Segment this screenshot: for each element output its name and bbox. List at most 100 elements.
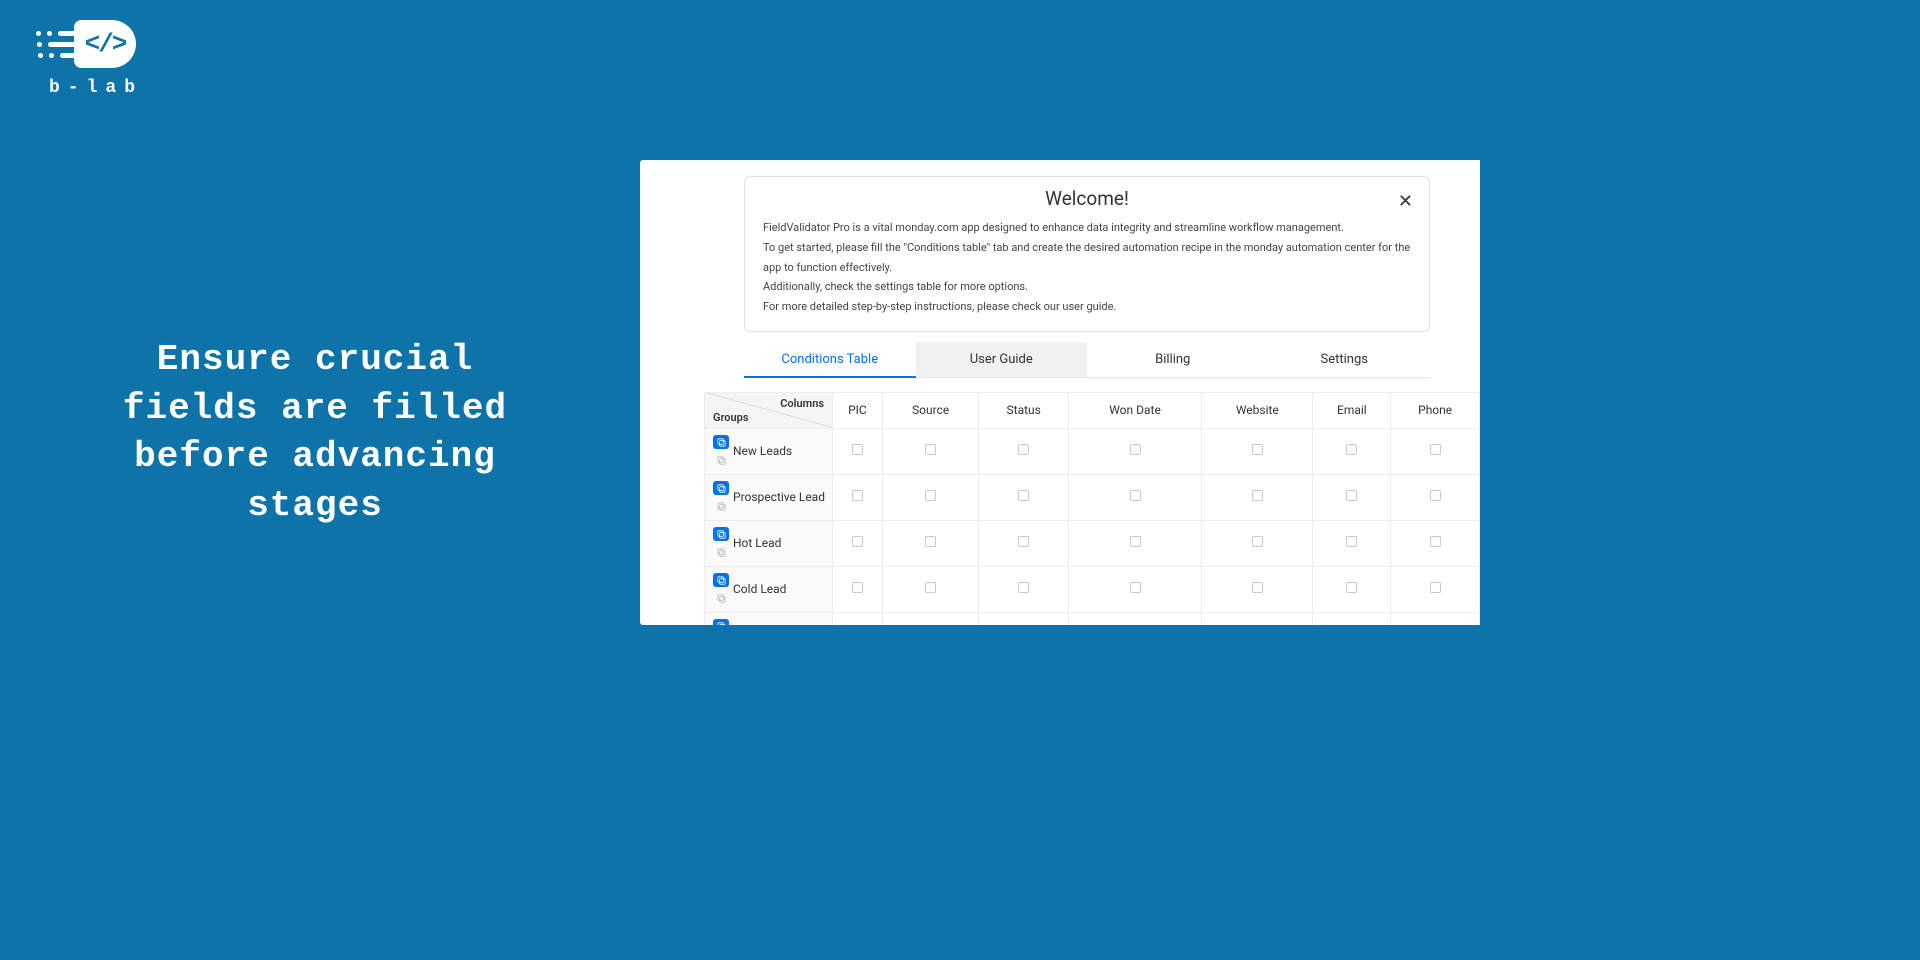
condition-cell [833,566,883,612]
table-row: Hot Lead [705,520,1480,566]
welcome-panel: Welcome! ✕ FieldValidator Pro is a vital… [744,176,1430,332]
condition-cell [1202,474,1313,520]
column-header: PIC [833,392,883,428]
column-header: Email [1313,392,1391,428]
welcome-line: To get started, please fill the "Conditi… [763,238,1411,278]
condition-cell [1391,612,1480,625]
condition-checkbox[interactable] [1018,582,1029,593]
condition-checkbox[interactable] [1130,536,1141,547]
row-header: New Leads [705,428,833,474]
condition-checkbox[interactable] [1346,444,1357,455]
condition-cell [882,612,979,625]
condition-cell [1391,566,1480,612]
logo-trail [36,31,78,58]
copy-row-icon[interactable] [713,619,729,625]
copy-row-icon[interactable] [713,481,729,495]
condition-cell [1313,612,1391,625]
column-header: Won Date [1068,392,1201,428]
code-glyph: </> [85,29,126,59]
copy-row-icon-alt[interactable] [713,591,729,605]
condition-checkbox[interactable] [1018,490,1029,501]
condition-checkbox[interactable] [1252,582,1263,593]
tab-label: User Guide [970,352,1033,367]
condition-checkbox[interactable] [1430,536,1441,547]
condition-checkbox[interactable] [1130,490,1141,501]
welcome-title: Welcome! [763,187,1411,210]
condition-cell [1313,474,1391,520]
tab-settings[interactable]: Settings [1259,342,1431,377]
row-label: Cold Lead [733,582,786,596]
copy-row-icon-alt[interactable] [713,545,729,559]
tab-conditions-table[interactable]: Conditions Table [744,342,916,377]
column-header: Source [882,392,979,428]
condition-cell [833,520,883,566]
row-label: New Leads [733,444,792,458]
table-row: Won [705,612,1480,625]
welcome-line: Additionally, check the settings table f… [763,277,1411,297]
condition-checkbox[interactable] [1018,444,1029,455]
copy-row-icon-alt[interactable] [713,499,729,513]
condition-checkbox[interactable] [1430,582,1441,593]
condition-cell [979,520,1068,566]
condition-cell [882,474,979,520]
condition-checkbox[interactable] [852,582,863,593]
condition-checkbox[interactable] [1252,490,1263,501]
condition-checkbox[interactable] [852,536,863,547]
condition-cell [1202,428,1313,474]
condition-cell [1068,428,1201,474]
condition-checkbox[interactable] [1430,444,1441,455]
headline: Ensure crucial fields are filled before … [100,336,530,530]
column-header: Status [979,392,1068,428]
brand-logo: </> b-lab [36,18,156,98]
corner-columns-label: Columns [780,397,824,410]
condition-checkbox[interactable] [1018,536,1029,547]
brand-name: b-lab [49,78,143,98]
corner-groups-label: Groups [713,411,749,424]
copy-row-icon[interactable] [713,435,729,449]
condition-cell [979,612,1068,625]
logo-capsule: </> [74,20,136,68]
condition-checkbox[interactable] [852,444,863,455]
condition-cell [833,474,883,520]
condition-checkbox[interactable] [925,490,936,501]
copy-row-icon-alt[interactable] [713,453,729,467]
condition-cell [1313,520,1391,566]
condition-cell [833,612,883,625]
table-row: New Leads [705,428,1480,474]
app-screenshot: Welcome! ✕ FieldValidator Pro is a vital… [640,160,1480,625]
table-row: Prospective Lead [705,474,1480,520]
logo-mark: </> [36,18,156,70]
condition-checkbox[interactable] [1252,444,1263,455]
tab-billing[interactable]: Billing [1087,342,1259,377]
condition-checkbox[interactable] [1130,444,1141,455]
tab-user-guide[interactable]: User Guide [916,342,1088,377]
condition-checkbox[interactable] [1430,490,1441,501]
condition-checkbox[interactable] [925,536,936,547]
copy-row-icon[interactable] [713,573,729,587]
condition-cell [1391,428,1480,474]
column-header: Phone [1391,392,1480,428]
condition-cell [979,566,1068,612]
condition-cell [1068,474,1201,520]
condition-checkbox[interactable] [925,582,936,593]
condition-checkbox[interactable] [852,490,863,501]
condition-cell [833,428,883,474]
condition-cell [1313,566,1391,612]
row-label: Prospective Lead [733,490,825,504]
condition-checkbox[interactable] [1346,536,1357,547]
copy-row-icon[interactable] [713,527,729,541]
column-header: Website [1202,392,1313,428]
close-icon[interactable]: ✕ [1398,191,1413,212]
condition-checkbox[interactable] [1130,582,1141,593]
condition-checkbox[interactable] [1346,490,1357,501]
condition-cell [882,520,979,566]
condition-checkbox[interactable] [1252,536,1263,547]
tab-bar: Conditions Table User Guide Billing Sett… [744,342,1430,378]
tab-label: Conditions Table [781,352,878,367]
condition-cell [1391,520,1480,566]
table-corner: Columns Groups [705,392,833,428]
condition-cell [1313,428,1391,474]
condition-checkbox[interactable] [1346,582,1357,593]
condition-checkbox[interactable] [925,444,936,455]
condition-cell [979,474,1068,520]
